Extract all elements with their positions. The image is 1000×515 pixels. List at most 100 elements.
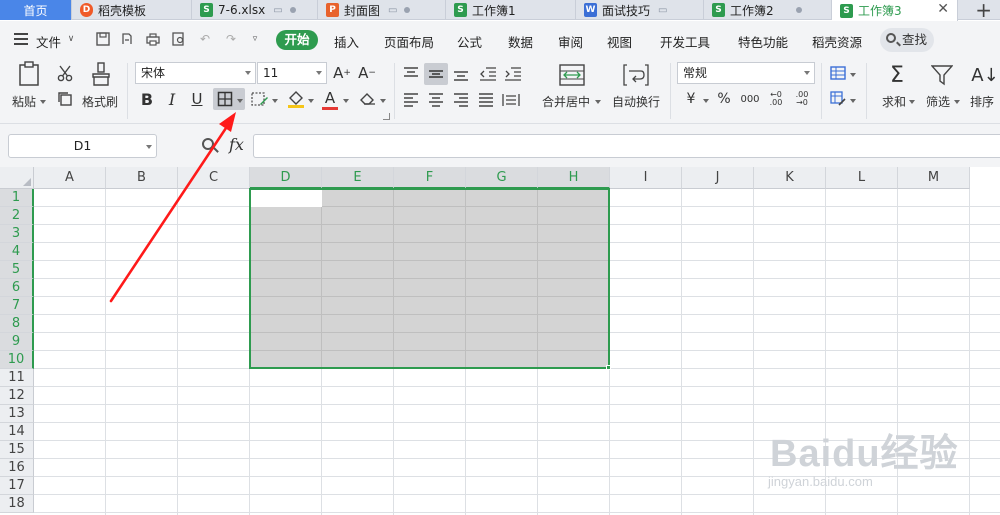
font-dialog-launcher-icon[interactable] xyxy=(383,113,390,120)
redo-icon[interactable]: ↷ xyxy=(224,32,238,46)
format-painter-label[interactable]: 格式刷 xyxy=(82,93,118,110)
filter-label[interactable]: 筛选 xyxy=(926,93,950,110)
tab-docer-templates[interactable]: D 稻壳模板 xyxy=(72,0,192,20)
filter-dropdown-icon[interactable] xyxy=(954,100,960,104)
fill-color-icon[interactable] xyxy=(286,89,306,109)
row-header-15[interactable]: 15 xyxy=(0,441,34,459)
row-header-11[interactable]: 11 xyxy=(0,369,34,387)
menu-view[interactable]: 视图 xyxy=(607,32,632,51)
row-header-9[interactable]: 9 xyxy=(0,333,34,351)
align-left-icon[interactable] xyxy=(401,90,421,110)
fill-color-dropdown-icon[interactable] xyxy=(308,99,314,103)
font-color-icon[interactable]: A xyxy=(320,88,340,108)
save-icon[interactable] xyxy=(96,32,110,46)
row-header-6[interactable]: 6 xyxy=(0,279,34,297)
column-header-f[interactable]: F xyxy=(394,167,466,189)
tab-workbook3[interactable]: S 工作簿3 ✕ xyxy=(832,0,958,21)
menu-formulas[interactable]: 公式 xyxy=(457,32,482,51)
column-header-a[interactable]: A xyxy=(34,167,106,189)
print-preview-icon[interactable] xyxy=(172,32,186,46)
align-center-icon[interactable] xyxy=(426,90,446,110)
tab-interview-tips[interactable]: W 面试技巧 ▭ xyxy=(576,0,704,20)
number-format-select[interactable]: 常规 xyxy=(677,62,815,84)
row-header-8[interactable]: 8 xyxy=(0,315,34,333)
tab-cover-image[interactable]: P 封面图 ▭ xyxy=(318,0,446,20)
decrease-indent-icon[interactable] xyxy=(478,64,498,84)
name-box[interactable]: D1 xyxy=(8,134,157,158)
tab-workbook2[interactable]: S 工作簿2 xyxy=(704,0,832,20)
column-header-b[interactable]: B xyxy=(106,167,178,189)
insert-function-button[interactable]: fx xyxy=(229,135,244,154)
export-pdf-icon[interactable] xyxy=(120,32,134,46)
table-style-icon[interactable] xyxy=(828,63,848,83)
copy-icon[interactable] xyxy=(55,89,75,109)
select-all-corner[interactable] xyxy=(0,167,34,189)
format-painter-icon[interactable] xyxy=(88,61,114,87)
font-size-select[interactable]: 11 xyxy=(257,62,327,84)
row-header-10[interactable]: 10 xyxy=(0,351,34,369)
conditional-format-icon[interactable] xyxy=(828,89,848,109)
row-header-7[interactable]: 7 xyxy=(0,297,34,315)
conditional-format-dropdown-icon[interactable] xyxy=(850,99,856,103)
justify-icon[interactable] xyxy=(476,90,496,110)
tab-7-6-xlsx[interactable]: S 7-6.xlsx ▭ xyxy=(192,0,318,20)
currency-format-icon[interactable]: ¥ xyxy=(681,89,701,109)
merge-center-label[interactable]: 合并居中 xyxy=(542,93,590,110)
new-tab-icon[interactable]: + xyxy=(975,0,992,22)
column-header-k[interactable]: K xyxy=(754,167,826,189)
zoom-icon[interactable] xyxy=(202,138,214,150)
currency-dropdown-icon[interactable] xyxy=(703,99,709,103)
percent-format-icon[interactable]: % xyxy=(714,89,734,109)
column-header-e[interactable]: E xyxy=(322,167,394,189)
decrease-decimal-icon[interactable]: .00 →0 xyxy=(792,89,812,109)
search-button[interactable]: 查找 xyxy=(880,28,934,52)
row-header-2[interactable]: 2 xyxy=(0,207,34,225)
increase-decimal-icon[interactable]: ←0.00 xyxy=(766,89,786,109)
column-header-j[interactable]: J xyxy=(682,167,754,189)
menu-file[interactable]: 文件 xyxy=(36,32,61,51)
increase-font-size-icon[interactable]: A + xyxy=(332,63,352,83)
menu-docer-resources[interactable]: 稻壳资源 xyxy=(812,32,862,51)
decrease-font-size-icon[interactable]: A − xyxy=(357,63,377,83)
clear-format-dropdown-icon[interactable] xyxy=(380,99,386,103)
row-header-17[interactable]: 17 xyxy=(0,477,34,495)
filter-icon[interactable] xyxy=(929,62,955,88)
align-bottom-icon[interactable] xyxy=(451,64,471,84)
column-header-d[interactable]: D xyxy=(250,167,322,189)
underline-button[interactable]: U xyxy=(187,89,207,109)
formula-input[interactable] xyxy=(253,134,1000,158)
row-header-3[interactable]: 3 xyxy=(0,225,34,243)
align-top-icon[interactable] xyxy=(401,64,421,84)
column-header-m[interactable]: M xyxy=(898,167,970,189)
italic-button[interactable]: I xyxy=(162,89,182,109)
merge-center-dropdown-icon[interactable] xyxy=(595,100,601,104)
row-header-1[interactable]: 1 xyxy=(0,189,34,207)
menu-insert[interactable]: 插入 xyxy=(334,32,359,51)
hamburger-menu-icon[interactable] xyxy=(14,33,28,35)
column-header-i[interactable]: I xyxy=(610,167,682,189)
row-header-14[interactable]: 14 xyxy=(0,423,34,441)
align-right-icon[interactable] xyxy=(451,90,471,110)
autosum-icon[interactable]: Σ xyxy=(884,62,910,88)
tab-home[interactable]: 首页 xyxy=(0,0,72,20)
chevron-down-icon[interactable]: ∨ xyxy=(64,32,78,46)
thousands-separator-icon[interactable]: 000 xyxy=(738,89,762,109)
menu-page-layout[interactable]: 页面布局 xyxy=(384,32,434,51)
cell-style-dropdown-icon[interactable] xyxy=(272,99,278,103)
table-style-dropdown-icon[interactable] xyxy=(850,73,856,77)
row-header-5[interactable]: 5 xyxy=(0,261,34,279)
paste-label[interactable]: 粘贴 xyxy=(12,93,36,110)
menu-review[interactable]: 审阅 xyxy=(558,32,583,51)
menu-special-features[interactable]: 特色功能 xyxy=(738,32,788,51)
paste-icon[interactable] xyxy=(16,61,42,87)
menu-start[interactable]: 开始 xyxy=(276,30,318,50)
font-name-select[interactable]: 宋体 xyxy=(135,62,256,84)
increase-indent-icon[interactable] xyxy=(503,64,523,84)
clear-format-icon[interactable] xyxy=(358,89,378,109)
merge-center-icon[interactable] xyxy=(558,62,586,88)
sort-label[interactable]: 排序 xyxy=(970,93,994,110)
row-header-12[interactable]: 12 xyxy=(0,387,34,405)
tab-workbook1[interactable]: S 工作簿1 xyxy=(446,0,576,20)
row-header-16[interactable]: 16 xyxy=(0,459,34,477)
column-header-l[interactable]: L xyxy=(826,167,898,189)
